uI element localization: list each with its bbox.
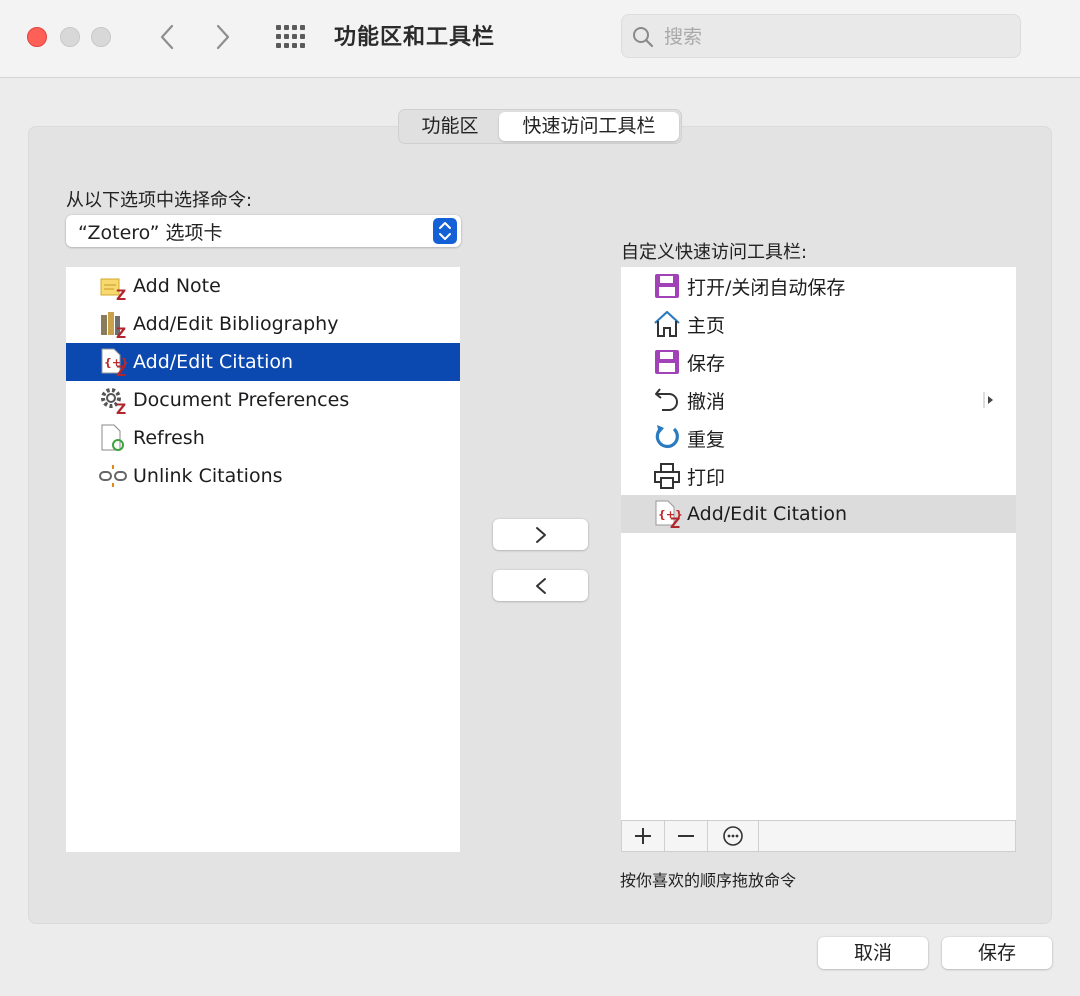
tab-control: 功能区 快速访问工具栏: [398, 109, 682, 144]
list-item-label: Add/Edit Bibliography: [133, 313, 339, 335]
remove-item-button[interactable]: [665, 821, 708, 851]
available-commands-list[interactable]: Z Add Note Z Add/Edit Bibliography {+} Z…: [66, 267, 460, 852]
list-item[interactable]: Refresh: [66, 419, 460, 457]
zotero-add-note-icon: Z: [100, 278, 126, 301]
grid-icon: [276, 25, 305, 48]
list-actions-bar: [621, 820, 1016, 852]
back-button[interactable]: [152, 20, 182, 54]
list-item[interactable]: 打开/关闭自动保存: [621, 267, 1016, 305]
list-item[interactable]: 主页: [621, 305, 1016, 343]
save-floppy-icon: [655, 350, 679, 374]
list-item-label: 保存: [687, 352, 726, 375]
list-item-label: 撤消: [687, 390, 726, 413]
updown-chevron-icon: [433, 218, 457, 244]
svg-text:Z: Z: [670, 516, 680, 529]
minimize-window-button[interactable]: [60, 27, 80, 47]
cancel-button[interactable]: 取消: [818, 937, 928, 969]
tab-quick-access-toolbar[interactable]: 快速访问工具栏: [499, 112, 679, 141]
window-title: 功能区和工具栏: [334, 25, 496, 50]
custom-toolbar-label: 自定义快速访问工具栏:: [621, 242, 808, 263]
unlink-chain-icon: [99, 465, 127, 487]
dropdown-value: “Zotero” 选项卡: [78, 222, 223, 244]
show-all-button[interactable]: [274, 24, 308, 50]
list-item-label: 主页: [687, 314, 726, 337]
more-options-button[interactable]: [708, 821, 759, 851]
zotero-citation-icon: {+} Z: [655, 500, 682, 529]
choose-commands-label: 从以下选项中选择命令:: [66, 190, 253, 211]
close-window-button[interactable]: [27, 27, 47, 47]
add-item-button[interactable]: [622, 821, 665, 851]
svg-text:Z: Z: [116, 326, 126, 339]
drag-hint-text: 按你喜欢的顺序拖放命令: [620, 871, 797, 890]
zotero-preferences-gear-icon: Z: [101, 388, 126, 415]
list-item[interactable]: 保存: [621, 343, 1016, 381]
list-item[interactable]: Z Add/Edit Bibliography: [66, 305, 460, 343]
zotero-bibliography-icon: Z: [101, 312, 126, 339]
redo-icon: [655, 425, 679, 449]
search-icon: [633, 27, 654, 48]
list-item[interactable]: Z Add Note: [66, 267, 460, 305]
forward-button[interactable]: [208, 20, 238, 54]
chevron-left-icon: [535, 577, 546, 594]
tab-ribbon[interactable]: 功能区: [401, 112, 499, 141]
list-item[interactable]: Unlink Citations: [66, 457, 460, 495]
search-input[interactable]: [662, 15, 1006, 59]
list-item[interactable]: 重复: [621, 419, 1016, 457]
command-source-dropdown[interactable]: “Zotero” 选项卡: [66, 215, 461, 247]
svg-text:Z: Z: [116, 402, 126, 415]
list-item-label: 打开/关闭自动保存: [687, 276, 846, 299]
list-item-label: Add Note: [133, 275, 221, 297]
remove-command-button[interactable]: [493, 570, 588, 601]
zotero-citation-icon: {+} Z: [101, 348, 128, 377]
autosave-floppy-icon: [655, 274, 679, 298]
list-item[interactable]: 撤消: [621, 381, 1016, 419]
list-item[interactable]: 打印: [621, 457, 1016, 495]
minus-icon: [678, 835, 694, 837]
ellipsis-circle-icon: [723, 826, 743, 846]
plus-icon: [635, 828, 651, 844]
save-button[interactable]: 保存: [942, 937, 1052, 969]
list-item-selected[interactable]: {+} Z Add/Edit Citation: [621, 495, 1016, 533]
list-item-label: Unlink Citations: [133, 465, 283, 487]
svg-text:Z: Z: [116, 364, 126, 377]
list-item[interactable]: Z Document Preferences: [66, 381, 460, 419]
svg-text:Z: Z: [116, 288, 126, 301]
list-item-label: 重复: [687, 428, 726, 451]
chevron-right-icon: [535, 526, 546, 543]
list-item-label: Refresh: [133, 427, 205, 449]
refresh-document-icon: [101, 424, 124, 451]
chevron-left-icon: [160, 24, 174, 50]
quick-access-toolbar-list[interactable]: 打开/关闭自动保存 主页 保存 撤消 重复 打印 {+} Z Add/Edit …: [621, 267, 1016, 820]
list-item-label: Add/Edit Citation: [687, 503, 848, 525]
list-item-label: Add/Edit Citation: [133, 351, 294, 373]
home-icon: [654, 310, 680, 337]
add-command-button[interactable]: [493, 519, 588, 550]
undo-icon: [655, 388, 678, 411]
submenu-arrow-icon[interactable]: [982, 390, 996, 410]
chevron-right-icon: [216, 24, 230, 50]
search-field[interactable]: [621, 14, 1021, 59]
list-item-label: 打印: [687, 466, 726, 489]
zoom-window-button[interactable]: [91, 27, 111, 47]
print-icon: [654, 463, 680, 489]
list-item-selected[interactable]: {+} Z Add/Edit Citation: [66, 343, 460, 381]
title-bar: 功能区和工具栏: [0, 0, 1080, 78]
list-item-label: Document Preferences: [133, 389, 350, 411]
